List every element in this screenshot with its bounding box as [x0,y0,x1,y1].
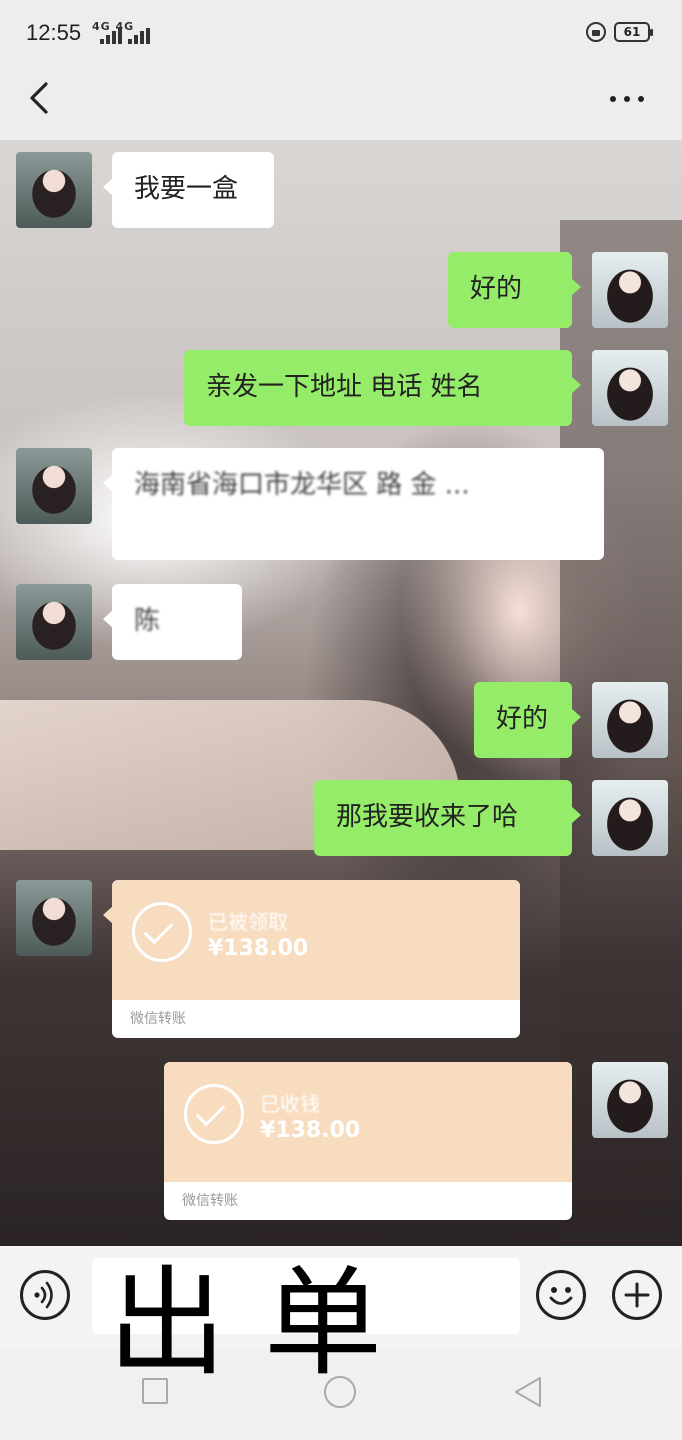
avatar[interactable] [592,1062,668,1138]
transfer-card[interactable]: 已被领取 ¥138.00 微信转账 [103,880,520,1038]
message-bubble[interactable]: 那我要收来了哈 [314,780,581,856]
message-bubble[interactable]: 海南省海口市龙华区 路 金 ... [103,448,604,560]
message-text: 好的 [496,704,549,734]
message-bubble[interactable]: 好的 [448,252,581,328]
avatar[interactable] [16,152,92,228]
message-text: 那我要收来了哈 [336,802,519,832]
chevron-left-icon[interactable] [26,80,56,116]
more-dots-icon[interactable] [608,84,648,114]
transfer-card-body: 已被领取 ¥138.00 [112,880,520,1000]
transfer-amount: ¥138.00 [208,936,309,961]
transfer-status: 已收钱 [260,1092,320,1116]
message-text: 亲发一下地址 电话 姓名 [206,372,483,402]
avatar[interactable] [592,780,668,856]
chat-header [0,62,682,140]
avatar[interactable] [592,682,668,758]
avatar[interactable] [16,584,92,660]
message-bubble[interactable]: 陈 [103,584,242,660]
transfer-card[interactable]: 已收钱 ¥138.00 微信转账 [164,1062,572,1220]
transfer-footer: 微信转账 [182,1193,238,1209]
rotation-lock-icon [586,22,606,42]
signal-icon [100,28,126,44]
chat-area[interactable]: 我要一盒 好的 亲发一下地址 电话 姓名 海南省海口市龙华区 路 金 ... 陈… [0,140,682,1246]
avatar[interactable] [592,252,668,328]
transfer-card-body: 已收钱 ¥138.00 [164,1062,572,1182]
transfer-amount: ¥138.00 [260,1118,361,1143]
voice-icon[interactable] [20,1270,70,1320]
message-bubble[interactable]: 我要一盒 [103,152,274,228]
status-bar: 12:55 4G 4G 61 [0,0,682,62]
message-text: 海南省海口市龙华区 路 金 ... [134,470,470,500]
message-text: 陈 [134,606,161,636]
transfer-status: 已被领取 [208,910,288,934]
signal-icon [128,28,154,44]
message-bubble[interactable]: 好的 [474,682,581,758]
avatar[interactable] [16,880,92,956]
transfer-footer: 微信转账 [130,1011,186,1027]
avatar[interactable] [592,350,668,426]
overlay-caption: 出单 [108,1254,421,1392]
emoji-icon[interactable] [536,1270,586,1320]
check-circle-icon [184,1084,244,1144]
battery-icon: 61 [614,22,653,42]
status-time: 12:55 [26,20,82,45]
message-bubble[interactable]: 亲发一下地址 电话 姓名 [184,350,581,426]
plus-icon[interactable] [612,1270,662,1320]
avatar[interactable] [16,448,92,524]
message-text: 好的 [470,274,523,304]
back-triangle-icon[interactable] [512,1374,544,1410]
check-circle-icon [132,902,192,962]
message-text: 我要一盒 [134,174,239,204]
